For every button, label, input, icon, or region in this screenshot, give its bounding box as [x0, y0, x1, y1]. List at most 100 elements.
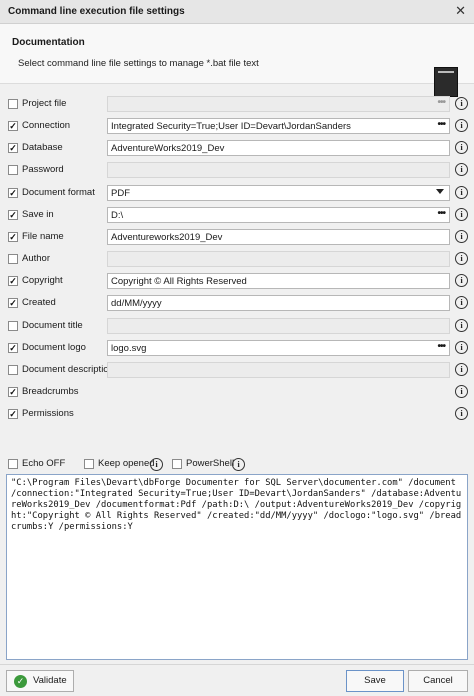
copyright-value: Copyright © All Rights Reserved: [111, 276, 247, 288]
command-text-area[interactable]: "C:\Program Files\Devart\dbForge Documen…: [6, 474, 468, 660]
info-icon[interactable]: i: [455, 318, 468, 332]
cancel-button[interactable]: Cancel: [408, 670, 468, 692]
info-icon[interactable]: i: [455, 252, 468, 265]
permissions-checkbox[interactable]: [8, 409, 18, 420]
breadcrumbs-checkbox[interactable]: [8, 386, 18, 397]
save-in-checkbox[interactable]: [8, 209, 18, 220]
info-icon[interactable]: i: [455, 296, 468, 310]
setting-row-project-file: Project file ••• i: [0, 94, 474, 116]
breadcrumbs-label: Breadcrumbs: [22, 385, 79, 397]
info-icon[interactable]: i: [455, 229, 468, 243]
connection-value: Integrated Security=True;User ID=Devart\…: [111, 121, 351, 133]
setting-row-password: Password i: [0, 160, 474, 182]
setting-row-document-logo: Document logo logo.svg ••• i: [0, 338, 474, 360]
save-button[interactable]: Save: [346, 670, 404, 692]
file-name-label: File name: [22, 230, 64, 242]
file-name-checkbox[interactable]: [8, 231, 18, 242]
copyright-label: Copyright: [22, 275, 63, 287]
database-checkbox[interactable]: [8, 143, 18, 154]
setting-row-database: Database AdventureWorks2019_Dev i: [0, 138, 474, 160]
save-in-value: D:\: [111, 209, 124, 221]
created-input[interactable]: dd/MM/yyyy: [107, 295, 450, 312]
title-bar: Command line execution file settings ✕: [0, 0, 474, 24]
setting-row-document-description: Document description i: [0, 360, 474, 382]
setting-row-save-in: Save in D:\ ••• i: [0, 205, 474, 227]
info-icon[interactable]: i: [455, 384, 468, 398]
document-title-checkbox[interactable]: [8, 320, 18, 331]
setting-row-copyright: Copyright Copyright © All Rights Reserved…: [0, 271, 474, 293]
database-label: Database: [22, 142, 63, 154]
permissions-label: Permissions: [22, 408, 74, 420]
setting-row-author: Author i: [0, 249, 474, 271]
browse-ellipsis-icon[interactable]: •••: [437, 341, 445, 352]
powershell-label: PowerShell: [186, 458, 235, 469]
info-icon[interactable]: i: [455, 185, 468, 199]
setting-row-breadcrumbs: Breadcrumbs i: [0, 382, 474, 404]
info-icon[interactable]: i: [455, 340, 468, 354]
document-logo-value: logo.svg: [111, 342, 147, 354]
file-name-input[interactable]: Adventureworks2019_Dev: [107, 228, 450, 245]
echo-off-label: Echo OFF: [22, 458, 66, 469]
info-icon[interactable]: i: [455, 119, 468, 133]
close-icon[interactable]: ✕: [455, 3, 466, 19]
document-title-input[interactable]: [107, 317, 450, 334]
connection-label: Connection: [22, 120, 71, 132]
project-file-input[interactable]: •••: [107, 96, 450, 112]
setting-row-created: Created dd/MM/yyyy i: [0, 293, 474, 315]
document-logo-label: Document logo: [22, 341, 86, 353]
validate-button[interactable]: ✓ Validate: [6, 670, 74, 692]
document-description-checkbox[interactable]: [8, 364, 18, 375]
document-description-input[interactable]: [107, 361, 450, 378]
document-format-label: Document format: [22, 186, 95, 198]
window-title: Command line execution file settings: [8, 6, 185, 17]
document-logo-input[interactable]: logo.svg •••: [107, 339, 450, 356]
document-title-label: Document title: [22, 319, 83, 331]
setting-row-connection: Connection Integrated Security=True;User …: [0, 116, 474, 138]
copyright-input[interactable]: Copyright © All Rights Reserved: [107, 273, 450, 290]
section-description: Select command line file settings to man…: [18, 58, 259, 69]
created-checkbox[interactable]: [8, 298, 18, 309]
connection-input[interactable]: Integrated Security=True;User ID=Devart\…: [107, 118, 450, 135]
save-in-input[interactable]: D:\ •••: [107, 206, 450, 223]
info-icon[interactable]: i: [150, 458, 163, 471]
info-icon[interactable]: i: [455, 207, 468, 221]
info-icon[interactable]: i: [232, 458, 245, 471]
document-format-value: PDF: [111, 187, 130, 199]
database-value: AdventureWorks2019_Dev: [111, 143, 225, 155]
setting-row-permissions: Permissions i: [0, 404, 474, 426]
browse-ellipsis-icon[interactable]: •••: [437, 208, 445, 219]
powershell-checkbox[interactable]: [172, 459, 182, 469]
info-icon[interactable]: i: [455, 362, 468, 376]
info-icon[interactable]: i: [455, 274, 468, 288]
document-format-checkbox[interactable]: [8, 187, 18, 198]
echo-off-checkbox[interactable]: [8, 459, 18, 469]
project-file-label: Project file: [22, 98, 67, 109]
author-checkbox[interactable]: [8, 254, 18, 264]
author-input[interactable]: [107, 251, 450, 267]
password-input[interactable]: [107, 162, 450, 179]
password-checkbox[interactable]: [8, 165, 18, 176]
setting-row-document-title: Document title i: [0, 316, 474, 338]
document-description-label: Document description: [22, 363, 114, 375]
database-input[interactable]: AdventureWorks2019_Dev: [107, 140, 450, 157]
info-icon[interactable]: i: [455, 407, 468, 421]
browse-ellipsis-icon[interactable]: •••: [437, 119, 445, 130]
connection-checkbox[interactable]: [8, 121, 18, 132]
validate-label: Validate: [33, 675, 67, 686]
project-file-checkbox[interactable]: [8, 99, 18, 109]
header-panel: Documentation Select command line file s…: [0, 24, 474, 97]
info-icon[interactable]: i: [455, 141, 468, 155]
check-circle-icon: ✓: [14, 675, 27, 688]
browse-ellipsis-icon[interactable]: •••: [437, 97, 445, 108]
file-name-value: Adventureworks2019_Dev: [111, 231, 223, 243]
setting-row-file-name: File name Adventureworks2019_Dev i: [0, 227, 474, 249]
document-format-select[interactable]: PDF: [107, 184, 450, 201]
section-title: Documentation: [12, 37, 85, 48]
footer-bar: ✓ Validate Save Cancel: [0, 664, 474, 696]
chevron-down-icon[interactable]: [436, 188, 444, 194]
keep-opened-checkbox[interactable]: [84, 459, 94, 469]
info-icon[interactable]: i: [455, 163, 468, 177]
info-icon[interactable]: i: [455, 97, 468, 110]
copyright-checkbox[interactable]: [8, 276, 18, 287]
document-logo-checkbox[interactable]: [8, 342, 18, 353]
